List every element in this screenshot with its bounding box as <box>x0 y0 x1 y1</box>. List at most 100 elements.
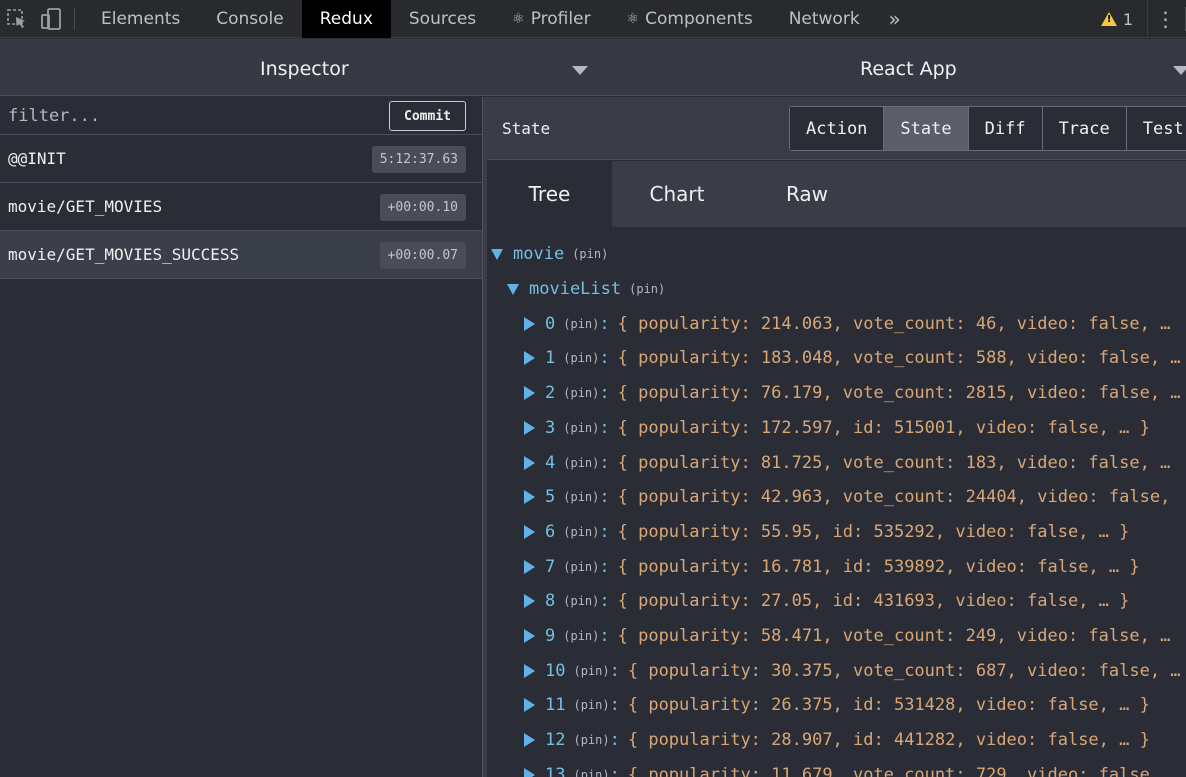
tab-sources[interactable]: Sources <box>391 0 494 38</box>
expand-arrow-icon[interactable] <box>524 698 535 713</box>
tree-colon: : <box>599 417 610 438</box>
react-atom-icon: ⚛ <box>626 10 640 27</box>
tree-row[interactable]: 6 (pin): { popularity: 55.95, id: 535292, … <box>487 515 1129 550</box>
tab-diff[interactable]: Diff <box>968 107 1043 150</box>
tab-network[interactable]: Network <box>771 0 878 38</box>
tree-index: 0 <box>545 313 556 334</box>
pin-button[interactable]: (pin) <box>573 768 609 777</box>
tree-row[interactable]: 12 (pin): { popularity: 28.907, id: 441282… <box>487 723 1150 758</box>
tree-row[interactable]: 10 (pin): { popularity: 30.375, vote_count… <box>487 653 1181 688</box>
tree-row[interactable]: 1 (pin): { popularity: 183.048, vote_count… <box>487 341 1181 376</box>
tree-row[interactable]: 3 (pin): { popularity: 172.597, id: 515001… <box>487 411 1150 446</box>
tab-trace[interactable]: Trace <box>1042 107 1127 150</box>
inspect-element-icon[interactable] <box>0 0 34 38</box>
expand-arrow-icon[interactable] <box>524 663 535 678</box>
commit-button[interactable]: Commit <box>389 101 466 131</box>
pin-button[interactable]: (pin) <box>563 421 599 435</box>
warnings-button[interactable]: 1 <box>1091 10 1147 29</box>
react-atom-icon: ⚛ <box>512 10 525 27</box>
tab-state[interactable]: State <box>884 107 969 150</box>
pin-button[interactable]: (pin) <box>563 386 599 400</box>
tree-index: 5 <box>545 487 556 508</box>
action-timestamp: +00:00.10 <box>379 194 466 221</box>
pin-button[interactable]: (pin) <box>573 664 609 678</box>
tab-profiler[interactable]: ⚛ Profiler <box>494 0 608 38</box>
warning-count: 1 <box>1122 9 1133 29</box>
tree-node-movielist[interactable]: movieList (pin) <box>487 272 665 307</box>
tree-colon: : <box>609 660 620 681</box>
pin-button[interactable]: (pin) <box>573 698 609 712</box>
tree-row[interactable]: 4 (pin): { popularity: 81.725, vote_count:… <box>487 445 1170 480</box>
expand-arrow-icon[interactable] <box>524 420 535 435</box>
tree-key: movie <box>513 244 565 265</box>
tree-row[interactable]: 9 (pin): { popularity: 58.471, vote_count:… <box>487 619 1170 654</box>
tree-colon: : <box>599 556 610 577</box>
tab-chart[interactable]: Chart <box>612 161 742 227</box>
tree-row[interactable]: 11 (pin): { popularity: 26.375, id: 531428… <box>487 688 1150 723</box>
expand-arrow-icon[interactable] <box>524 386 535 401</box>
action-name: movie/GET_MOVIES_SUCCESS <box>8 245 240 264</box>
tab-console[interactable]: Console <box>198 0 302 38</box>
view-tabs: Tree Chart Raw <box>487 161 1186 227</box>
tab-test[interactable]: Test <box>1126 107 1186 150</box>
tree-row[interactable]: 13 (pin): { popularity: 11.679, vote_count… <box>487 758 1160 777</box>
tree-value-summary: { popularity: 30.375, vote_count: 687, v… <box>627 660 1181 681</box>
tab-components[interactable]: ⚛ Components <box>609 0 771 38</box>
monitor-mode-tabs: Action State Diff Trace Test <box>789 106 1186 151</box>
tab-raw[interactable]: Raw <box>742 161 872 227</box>
device-toolbar-icon[interactable] <box>34 0 68 38</box>
pin-button[interactable]: (pin) <box>563 490 599 504</box>
action-name: @@INIT <box>8 149 66 168</box>
action-list-item[interactable]: movie/GET_MOVIES +00:00.10 <box>0 183 482 231</box>
inspector-select[interactable]: Inspector <box>0 39 603 96</box>
tree-row[interactable]: 7 (pin): { popularity: 16.781, id: 539892,… <box>487 549 1140 584</box>
tab-tree[interactable]: Tree <box>487 161 612 227</box>
tree-value-summary: { popularity: 58.471, vote_count: 249, v… <box>617 626 1171 647</box>
pin-button[interactable]: (pin) <box>572 247 608 261</box>
expand-arrow-icon[interactable] <box>524 629 535 644</box>
tab-elements[interactable]: Elements <box>83 0 198 38</box>
expand-arrow-icon[interactable] <box>507 283 519 295</box>
expand-arrow-icon[interactable] <box>524 559 535 574</box>
expand-arrow-icon[interactable] <box>524 455 535 470</box>
tree-row[interactable]: 2 (pin): { popularity: 76.179, vote_count:… <box>487 376 1181 411</box>
action-list-item[interactable]: @@INIT 5:12:37.63 <box>0 135 482 183</box>
instance-select[interactable]: React App <box>603 39 1186 96</box>
pin-button[interactable]: (pin) <box>563 525 599 539</box>
expand-arrow-icon[interactable] <box>524 733 535 748</box>
tree-value-summary: { popularity: 26.375, id: 531428, video:… <box>627 695 1150 716</box>
pin-button[interactable]: (pin) <box>563 560 599 574</box>
action-list-item-selected[interactable]: movie/GET_MOVIES_SUCCESS +00:00.07 <box>0 231 482 279</box>
expand-arrow-icon[interactable] <box>524 316 535 331</box>
pin-button[interactable]: (pin) <box>629 282 665 296</box>
tree-index: 10 <box>545 660 566 681</box>
pin-button[interactable]: (pin) <box>563 629 599 643</box>
filter-input[interactable] <box>0 97 380 134</box>
pin-button[interactable]: (pin) <box>563 317 599 331</box>
expand-arrow-icon[interactable] <box>524 594 535 609</box>
tree-row[interactable]: 0 (pin): { popularity: 214.063, vote_count… <box>487 306 1170 341</box>
more-options-kebab-icon[interactable]: ⋮ <box>1147 0 1183 38</box>
tree-index: 8 <box>545 591 556 612</box>
expand-arrow-icon[interactable] <box>524 524 535 539</box>
pin-button[interactable]: (pin) <box>563 594 599 608</box>
instance-title: React App <box>860 58 957 80</box>
tab-action[interactable]: Action <box>790 107 885 150</box>
expand-arrow-icon[interactable] <box>524 490 535 505</box>
tree-node-movie[interactable]: movie (pin) <box>487 237 608 272</box>
tree-row[interactable]: 5 (pin): { popularity: 42.963, vote_count:… <box>487 480 1170 515</box>
tree-index: 7 <box>545 556 556 577</box>
expand-arrow-icon[interactable] <box>491 248 503 260</box>
monitor-header: State Action State Diff Trace Test <box>487 97 1186 160</box>
action-list-panel: Commit @@INIT 5:12:37.63 movie/GET_MOVIE… <box>0 97 482 777</box>
tree-row[interactable]: 8 (pin): { popularity: 27.05, id: 431693, … <box>487 584 1129 619</box>
pin-button[interactable]: (pin) <box>573 733 609 747</box>
expand-arrow-icon[interactable] <box>524 767 535 777</box>
tree-value-summary: { popularity: 214.063, vote_count: 46, v… <box>617 313 1171 334</box>
tab-redux[interactable]: Redux <box>301 0 391 38</box>
pin-button[interactable]: (pin) <box>563 351 599 365</box>
action-timestamp: +00:00.07 <box>379 242 466 269</box>
pin-button[interactable]: (pin) <box>563 456 599 470</box>
more-tabs-chevron-icon[interactable]: » <box>878 0 912 38</box>
expand-arrow-icon[interactable] <box>524 351 535 366</box>
